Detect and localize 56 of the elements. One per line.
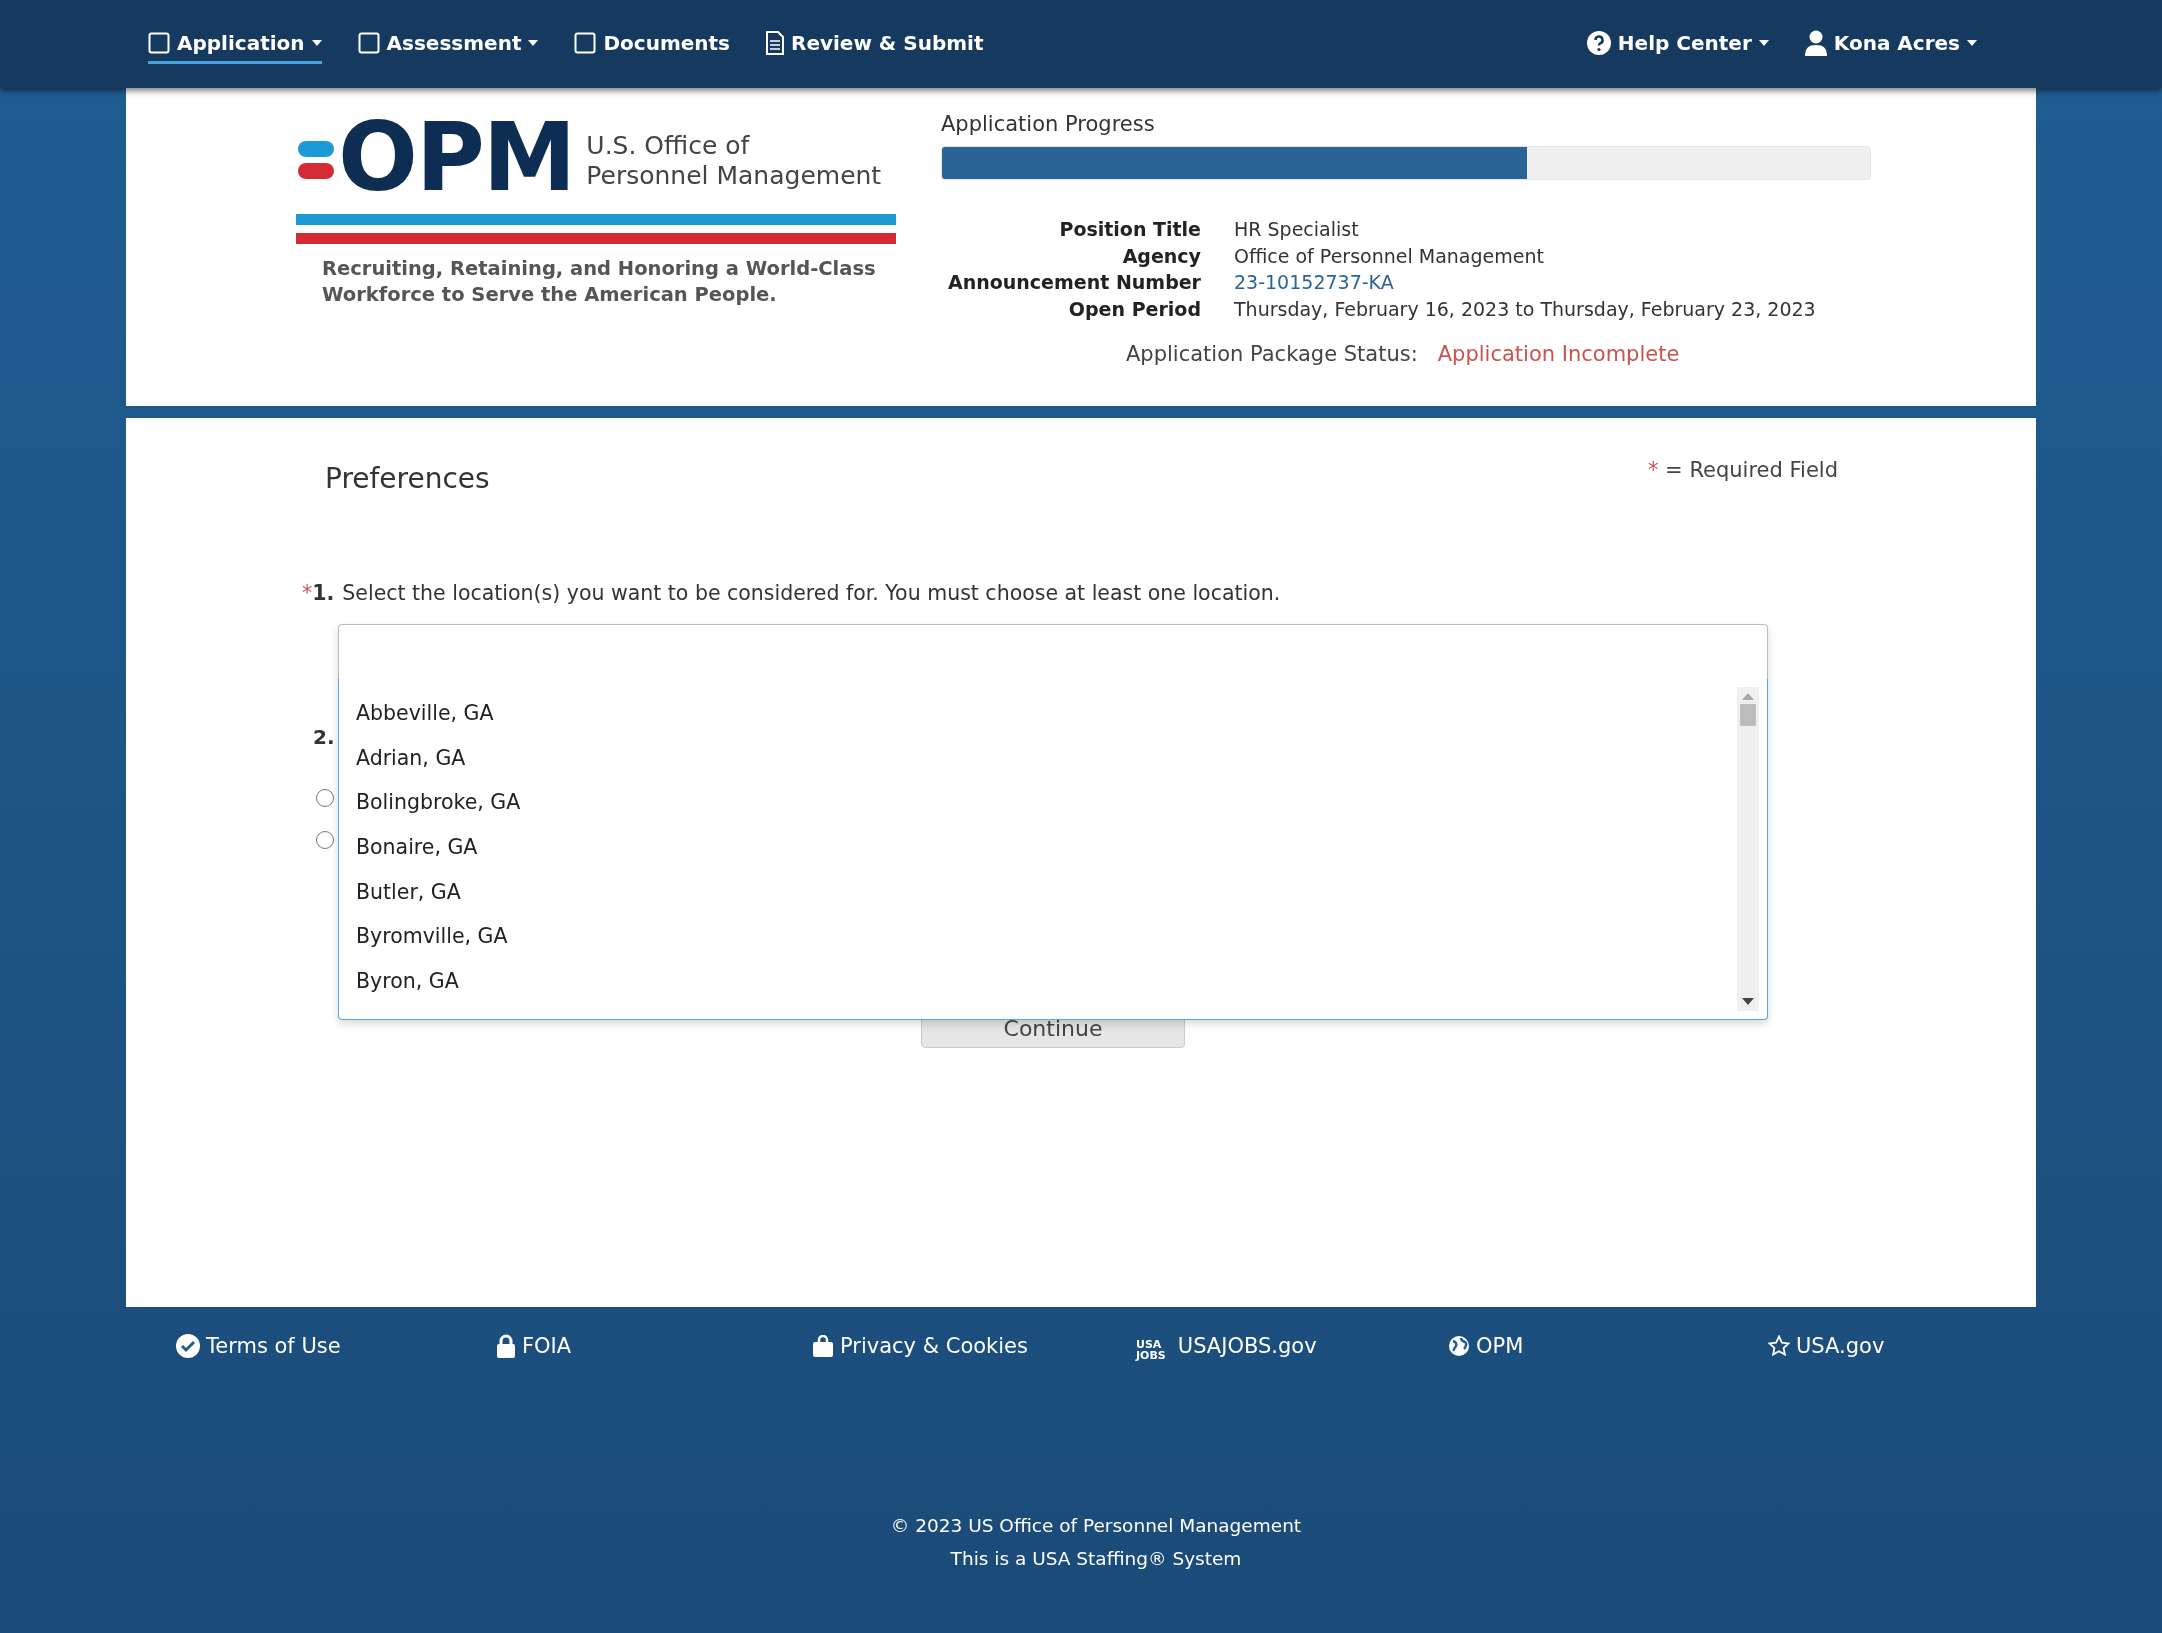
lock-icon (496, 1334, 516, 1358)
location-option[interactable]: Abbeville, GA (339, 691, 1737, 736)
required-note: = Required Field (1665, 458, 1838, 482)
nav-tab[interactable]: Documents (574, 24, 730, 64)
scroll-down-icon (1742, 998, 1754, 1005)
system-note: This is a USA Staffing® System (950, 1547, 1242, 1571)
usajobs-logo: USA JOBS (1136, 1339, 1166, 1361)
status-label: Application Package Status: (1126, 342, 1418, 366)
nav-tab[interactable]: Assessment (357, 24, 539, 64)
location-option[interactable]: Byron, GA (339, 958, 1737, 1004)
scrollbar[interactable] (1737, 687, 1759, 1011)
announcement-link[interactable]: 23-10152737-KA (1234, 269, 1871, 296)
logo-wordmark: OPM (338, 112, 575, 204)
footer-link[interactable]: Privacy & Cookies (812, 1331, 1028, 1361)
nav-tab[interactable]: Application (148, 24, 322, 64)
help-icon (1586, 30, 1611, 55)
question-number: 2. (313, 725, 335, 749)
detail-label: Open Period (1067, 296, 1201, 322)
globe-icon (1448, 1335, 1470, 1357)
footer-link[interactable]: USA.gov (1768, 1331, 1885, 1361)
detail-value: Office of Personnel Management (1234, 243, 1545, 269)
bag-icon (812, 1335, 834, 1357)
scroll-up-icon (1742, 693, 1754, 700)
required-asterisk: * (302, 581, 313, 605)
status-value: Application Incomplete (1437, 342, 1680, 366)
logo-tagline: Recruiting, Retaining, and Honoring a World-Class Workforce to Serve the American People. (322, 256, 877, 308)
progress-label: Application Progress (941, 112, 1156, 136)
detail-value: HR Specialist (1234, 217, 1360, 242)
detail-value: Thursday, February 16, 2023 to Thursday, February 23, 2023 (1234, 296, 1817, 322)
document-icon (766, 30, 784, 55)
question-number: 1. (312, 581, 335, 605)
location-option[interactable]: Byromville, GA (339, 913, 1737, 959)
location-option[interactable]: Bonaire, GA (339, 824, 1737, 870)
detail-label: Announcement Number (947, 270, 1201, 295)
footer-link[interactable]: FOIA (496, 1331, 572, 1361)
copyright-text: © 2023 US Office of Personnel Management (890, 1514, 1302, 1538)
detail-label: Position Title (1058, 217, 1201, 242)
location-option[interactable]: Butler, GA (339, 869, 1737, 914)
search-field[interactable] (338, 624, 1768, 679)
question-text: Select the location(s) you want to be considered for. You must choose at least one location. (342, 581, 1281, 605)
star-icon (1768, 1335, 1790, 1357)
section-title: Preferences (325, 462, 490, 495)
detail-label: Agency (1121, 243, 1201, 269)
location-option[interactable]: Bolingbroke, GA (339, 780, 1737, 825)
nav-menu[interactable]: Help Center (1586, 23, 1769, 65)
footer-link[interactable]: Terms of Use (176, 1331, 341, 1361)
location-option[interactable]: Adrian, GA (339, 735, 1737, 781)
required-asterisk: * (1647, 458, 1659, 482)
scroll-thumb[interactable] (1740, 704, 1756, 726)
footer-link[interactable]: USA JOBS USAJOBS.gov (1136, 1331, 1317, 1361)
user-icon (1804, 29, 1827, 56)
footer-link[interactable]: OPM (1448, 1331, 1524, 1361)
nav-tab[interactable]: Review & Submit (766, 24, 984, 64)
agency-name: U.S. Office of Personnel Management (586, 131, 882, 191)
nav-menu[interactable]: Kona Acres (1804, 23, 1977, 65)
check-circle-icon (176, 1334, 200, 1358)
